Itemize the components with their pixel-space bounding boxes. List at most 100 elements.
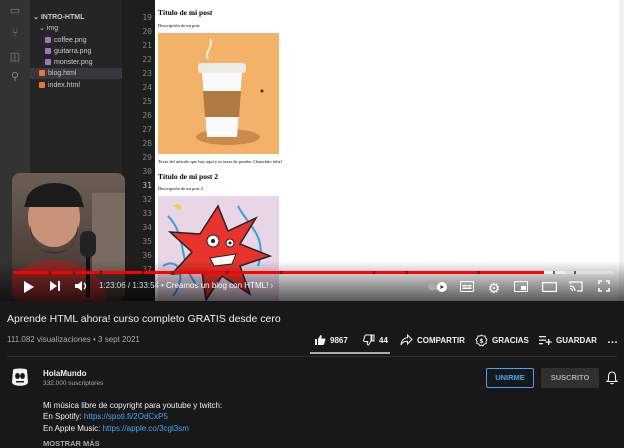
files-icon: ▭ [9, 5, 21, 17]
chapter-marker [226, 271, 228, 274]
line-number: 28 [142, 139, 152, 148]
dislike-button[interactable]: 44 [363, 331, 388, 349]
line-number: 34 [142, 223, 152, 232]
spotify-label: En Spotify: [43, 412, 82, 421]
settings-icon[interactable]: ⚙ [486, 280, 502, 296]
more-icon: … [607, 334, 618, 346]
file-label: blog.html [48, 70, 77, 77]
upload-date: • 3 sept 2021 [93, 335, 140, 344]
join-button[interactable]: UNIRME [486, 368, 534, 388]
channel-name[interactable]: HolaMundo [43, 369, 87, 378]
line-number: 19 [142, 13, 152, 22]
line-number: 27 [142, 125, 152, 134]
player-controls: ⚙ [0, 277, 624, 299]
chapter-label: • Creamos un blog con HTML! [161, 281, 269, 290]
image-file-icon [45, 48, 51, 55]
video-player[interactable]: ▭ ⑂ ◫ ⚲ ⌄ INTRO-HTML ⌄ img coffee.png gu… [0, 0, 624, 301]
line-number: 25 [142, 97, 152, 106]
chapter-marker [478, 271, 480, 274]
post1-body: Texto del artículo que hay aquí y es tex… [158, 159, 283, 164]
line-number: 29 [142, 153, 152, 162]
description-line: Mi música libre de copyright para youtub… [43, 401, 223, 410]
fullscreen-icon[interactable] [596, 280, 612, 296]
more-actions-button[interactable]: … [607, 331, 618, 349]
thanks-button[interactable]: $ GRACIAS [475, 331, 529, 349]
line-number: 26 [142, 111, 152, 120]
subfolder-label: img [46, 25, 59, 32]
coffee-image [158, 33, 279, 154]
save-label: GUARDAR [556, 335, 597, 345]
thanks-label: GRACIAS [492, 335, 529, 345]
video-meta: 111.082 visualizaciones • 3 sept 2021 [7, 335, 140, 344]
channel-avatar[interactable] [8, 366, 32, 390]
volume-icon[interactable] [73, 280, 89, 296]
video-title: Aprende HTML ahora! curso completo GRATI… [7, 313, 281, 325]
spotify-link[interactable]: https://spoti.fi/2OdCxP5 [84, 412, 168, 421]
file-index: index.html [39, 80, 131, 91]
time-display: 1:23:06 / 1:33:54 [99, 281, 160, 290]
chapter-marker [373, 271, 375, 274]
thumbs-up-icon [315, 335, 326, 345]
line-number: 23 [142, 69, 152, 78]
chapter-marker [100, 271, 102, 274]
chapter-marker [172, 271, 174, 274]
dislike-count: 44 [379, 335, 388, 345]
save-button[interactable]: GUARDAR [539, 331, 597, 349]
like-ratio-bar [310, 352, 390, 354]
file-label: index.html [48, 82, 80, 89]
chapter-marker [49, 271, 51, 274]
source-control-icon: ⑂ [11, 27, 19, 39]
autoplay-toggle-icon[interactable] [428, 280, 448, 296]
chapter-marker [73, 271, 75, 274]
apple-music-link[interactable]: https://apple.co/3cgl3sm [103, 424, 189, 433]
subscriber-count: 332.000 suscriptores [43, 380, 104, 387]
folder-label: INTRO-HTML [40, 14, 85, 21]
chapter-marker [553, 271, 555, 274]
chapter-title[interactable]: • Creamos un blog con HTML! › [161, 281, 273, 290]
file-blog: blog.html [30, 68, 131, 79]
line-number: 20 [142, 27, 152, 36]
chapter-marker [142, 271, 144, 274]
description-apple: En Apple Music: https://apple.co/3cgl3sm [43, 424, 189, 433]
divider [7, 356, 617, 357]
progress-played [13, 271, 544, 274]
progress-bar[interactable] [13, 271, 613, 274]
chapter-marker [406, 271, 408, 274]
like-button[interactable]: 9867 [314, 331, 348, 349]
line-number: 22 [142, 55, 152, 64]
share-button[interactable]: COMPARTIR [400, 331, 465, 349]
play-icon[interactable] [20, 280, 36, 296]
share-icon [400, 334, 413, 346]
extensions-icon: ◫ [9, 51, 21, 63]
line-number: 24 [142, 83, 152, 92]
apple-label: En Apple Music: [43, 424, 101, 433]
line-number: 21 [142, 41, 152, 50]
post2-desc: Descripción de mi post 2 [158, 186, 203, 191]
subtitles-icon[interactable] [459, 280, 475, 296]
theater-icon[interactable] [541, 280, 557, 296]
browser-scrollbar[interactable] [619, 0, 624, 301]
subscribed-button[interactable]: SUSCRITO [541, 368, 599, 388]
line-number: 32 [142, 195, 152, 204]
browser-preview: Título de mi post Descripción de mi post… [155, 0, 624, 301]
chapter-marker [280, 271, 282, 274]
html-file-icon [39, 82, 45, 89]
miniplayer-icon[interactable] [513, 280, 529, 296]
line-number-active: 31 [142, 181, 152, 190]
thumbs-down-icon [363, 334, 375, 346]
description-spotify: En Spotify: https://spoti.fi/2OdCxP5 [43, 412, 168, 421]
folder-img: ⌄ img [39, 25, 59, 32]
view-count: 111.082 visualizaciones [7, 335, 91, 344]
search-icon: ⚲ [10, 71, 20, 83]
svg-text:$: $ [479, 338, 483, 345]
show-more-button[interactable]: MOSTRAR MÁS [43, 439, 100, 448]
line-number: 33 [142, 209, 152, 218]
next-icon[interactable] [47, 280, 63, 296]
code-editor-gutter: 19 20 21 22 23 24 25 26 27 28 29 30 31 3… [122, 0, 155, 301]
bell-icon[interactable] [605, 371, 619, 385]
super-thanks-icon: $ [475, 333, 488, 346]
cast-icon[interactable] [568, 280, 584, 296]
folder-intro-html: ⌄ INTRO-HTML [33, 14, 85, 21]
like-count: 9867 [330, 335, 348, 345]
chapter-marker [574, 271, 576, 274]
